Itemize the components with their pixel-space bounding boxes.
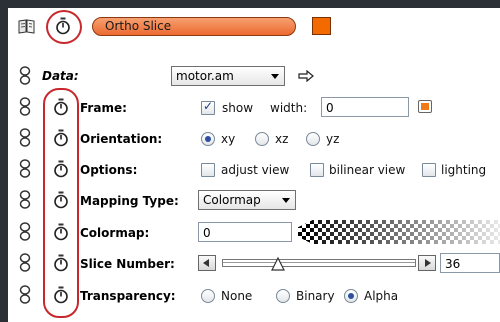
stopwatch-icon[interactable] [53,160,69,178]
transparency-row: Transparency: None Binary Alpha [8,283,500,309]
orientation-yz-radio[interactable] [306,132,320,146]
stopwatch-icon[interactable] [55,17,71,35]
orientation-xy-label: xy [221,132,236,146]
frame-label: Frame: [80,101,127,115]
arrow-right-icon[interactable] [298,70,314,82]
transparency-none-radio[interactable] [201,289,215,303]
orientation-yz-label: yz [326,132,340,146]
stopwatch-icon[interactable] [53,129,69,147]
chain-icon[interactable] [18,97,32,117]
show-checkbox[interactable] [201,99,215,115]
transparency-none-label: None [221,289,253,303]
data-row: Data: motor.am [8,64,500,90]
mapping-type-select[interactable]: Colormap [198,190,296,210]
orientation-xy-radio[interactable] [201,132,215,146]
mapping-type-value: Colormap [203,193,261,207]
module-name-label: Ortho Slice [105,19,172,33]
options-label: Options: [80,163,138,177]
chain-icon[interactable] [18,285,32,305]
options-row: Options: adjust view bilinear view light… [8,157,500,183]
stopwatch-icon[interactable] [53,191,69,209]
slice-decrement-button[interactable] [198,255,216,271]
width-input[interactable]: 0 [321,97,409,117]
frame-row: Frame: show width: 0 [8,95,500,121]
chain-icon[interactable] [18,253,32,273]
book-icon[interactable] [18,18,36,34]
stopwatch-icon[interactable] [53,223,69,241]
chain-icon[interactable] [18,159,32,179]
slice-slider-track[interactable] [222,259,416,267]
width-label: width: [270,101,308,115]
orientation-label: Orientation: [80,132,163,146]
colormap-label: Colormap: [80,226,150,240]
slider-groove [223,262,415,263]
data-source-value: motor.am [176,69,234,83]
show-label: show [222,101,254,115]
slice-number-row: Slice Number: 36 [8,251,500,277]
slider-thumb[interactable] [271,257,286,271]
stopwatch-icon[interactable] [53,254,69,272]
colormap-input[interactable]: 0 [198,222,292,242]
mapping-type-row: Mapping Type: Colormap [8,188,500,214]
orientation-xz-label: xz [275,132,289,146]
triangle-right-icon [425,259,431,267]
properties-panel: Ortho Slice Data: motor.am Frame: show w… [8,8,500,322]
transparency-binary-radio[interactable] [276,289,290,303]
data-source-select[interactable]: motor.am [171,66,285,86]
chain-icon[interactable] [18,190,32,210]
lighting-checkbox[interactable] [422,163,436,177]
header-row: Ortho Slice [8,10,500,44]
window-frame: Ortho Slice Data: motor.am Frame: show w… [0,0,500,322]
bilinear-view-label: bilinear view [329,163,406,177]
transparency-binary-label: Binary [296,289,335,303]
transparency-label: Transparency: [80,289,176,303]
data-label: Data: [42,69,79,83]
module-name-button[interactable]: Ortho Slice [92,17,296,36]
orientation-xz-radio[interactable] [255,132,269,146]
lighting-label: lighting [441,163,487,177]
chevron-down-icon [271,74,279,79]
transparency-alpha-label: Alpha [364,289,399,303]
stopwatch-icon[interactable] [53,98,69,116]
stopwatch-icon[interactable] [53,286,69,304]
slice-number-label: Slice Number: [80,257,175,271]
chain-icon[interactable] [18,128,32,148]
adjust-view-label: adjust view [221,163,290,177]
slice-number-input[interactable]: 36 [440,253,500,273]
chain-icon[interactable] [18,222,32,242]
orientation-row: Orientation: xy xz yz [8,126,500,152]
adjust-view-checkbox[interactable] [201,163,215,177]
frame-color-swatch [421,103,429,110]
transparency-alpha-radio[interactable] [344,289,358,303]
chain-icon[interactable] [18,66,32,86]
mapping-type-label: Mapping Type: [80,194,179,208]
chevron-down-icon [282,198,290,203]
colormap-row: Colormap: 0 [8,220,500,246]
module-color-swatch[interactable] [312,17,331,35]
colormap-gradient-bar[interactable] [298,220,500,244]
bilinear-view-checkbox[interactable] [310,163,324,177]
triangle-left-icon [203,259,209,267]
slice-increment-button[interactable] [418,255,436,271]
frame-color-button[interactable] [418,100,432,113]
